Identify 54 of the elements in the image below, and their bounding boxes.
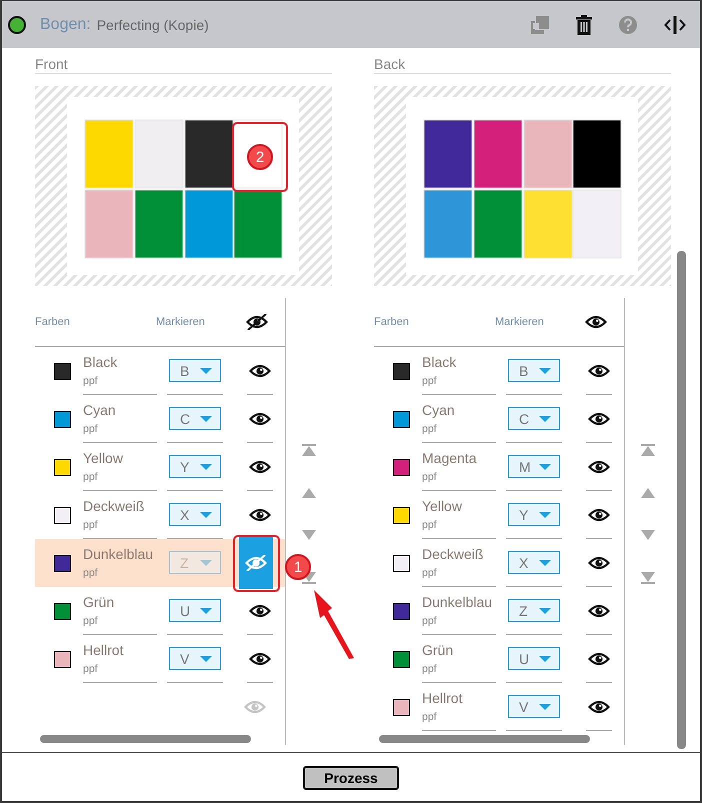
column-header: Markieren [495, 316, 545, 328]
color-type: ppf [422, 567, 438, 579]
color-type: ppf [83, 663, 99, 675]
color-name: Yellow [83, 450, 124, 467]
color-type: ppf [422, 663, 438, 675]
color-name: Grün [422, 642, 454, 659]
color-name: Black [422, 354, 458, 371]
mark-dropdown[interactable]: V [169, 647, 221, 670]
mark-dropdown[interactable]: Z [508, 599, 560, 622]
color-name: Black [83, 354, 118, 371]
mark-dropdown[interactable]: X [508, 551, 560, 574]
mark-dropdown[interactable]: B [508, 359, 560, 382]
color-name: Dunkelblau [83, 546, 154, 563]
column-header: Farben [374, 316, 410, 328]
color-name: Grün [83, 594, 116, 611]
mark-dropdown[interactable]: B [169, 359, 221, 382]
sheet-label: Bogen: [40, 16, 91, 34]
mark-dropdown[interactable]: Y [508, 503, 560, 526]
mark-dropdown[interactable]: C [508, 407, 560, 430]
column-header: Markieren [156, 316, 206, 328]
color-type: ppf [422, 375, 438, 387]
callout-badge: 1 [285, 554, 311, 580]
color-name: Hellrot [422, 690, 464, 707]
mark-dropdown[interactable]: X [169, 503, 221, 526]
side-title: Front [35, 55, 68, 73]
color-name: Cyan [83, 402, 117, 419]
color-type: ppf [83, 615, 99, 627]
color-type: ppf [83, 519, 99, 531]
mark-dropdown[interactable]: C [169, 407, 221, 430]
color-name: Cyan [422, 402, 456, 419]
color-type: ppf [422, 471, 438, 483]
color-type: ppf [422, 615, 438, 627]
color-type: ppf [422, 519, 438, 531]
color-name: Hellrot [83, 642, 124, 659]
mark-dropdown[interactable]: U [169, 599, 221, 622]
color-type: ppf [83, 423, 99, 435]
mark-dropdown[interactable]: U [508, 647, 560, 670]
process-button[interactable]: Prozess [303, 766, 399, 790]
color-name: Deckweiß [83, 498, 146, 515]
column-header: Farben [35, 316, 71, 328]
color-type: ppf [422, 711, 438, 723]
color-type: ppf [83, 471, 99, 483]
color-name: Deckweiß [422, 546, 484, 563]
color-name: Yellow [422, 498, 463, 515]
color-name: Magenta [422, 450, 478, 467]
sheet-title: Perfecting (Kopie) [96, 16, 209, 32]
side-title: Back [374, 55, 406, 73]
color-type: ppf [83, 375, 99, 387]
color-type: ppf [422, 423, 438, 435]
color-type: ppf [83, 567, 99, 579]
mark-dropdown[interactable]: Y [169, 455, 221, 478]
mark-dropdown[interactable]: M [508, 455, 560, 478]
color-name: Dunkelblau [422, 594, 494, 611]
mark-dropdown[interactable]: V [508, 695, 560, 718]
